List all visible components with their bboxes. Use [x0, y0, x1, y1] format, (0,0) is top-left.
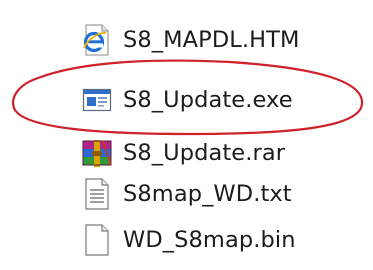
file-name: S8_MAPDL.HTM	[123, 27, 300, 53]
file-name: WD_S8map.bin	[123, 227, 296, 253]
file-item-s8map-wd-txt[interactable]: S8map_WD.txt	[80, 176, 292, 212]
file-name: S8_Update.rar	[123, 140, 286, 166]
application-exe-icon	[80, 83, 114, 117]
file-name: S8_Update.exe	[123, 87, 293, 113]
text-document-icon	[80, 177, 114, 211]
rar-archive-icon	[80, 136, 114, 170]
file-item-s8-update-rar[interactable]: S8_Update.rar	[80, 135, 285, 171]
file-name: S8map_WD.txt	[123, 181, 292, 207]
blank-file-icon	[80, 223, 114, 257]
file-item-s8-mapdl-htm[interactable]: S8_MAPDL.HTM	[80, 22, 300, 58]
file-list: S8_MAPDL.HTM S8_Update.exe S8_Update.rar…	[0, 0, 373, 270]
html-document-icon	[80, 23, 114, 57]
file-item-wd-s8map-bin[interactable]: WD_S8map.bin	[80, 222, 296, 258]
file-item-s8-update-exe[interactable]: S8_Update.exe	[80, 82, 293, 118]
